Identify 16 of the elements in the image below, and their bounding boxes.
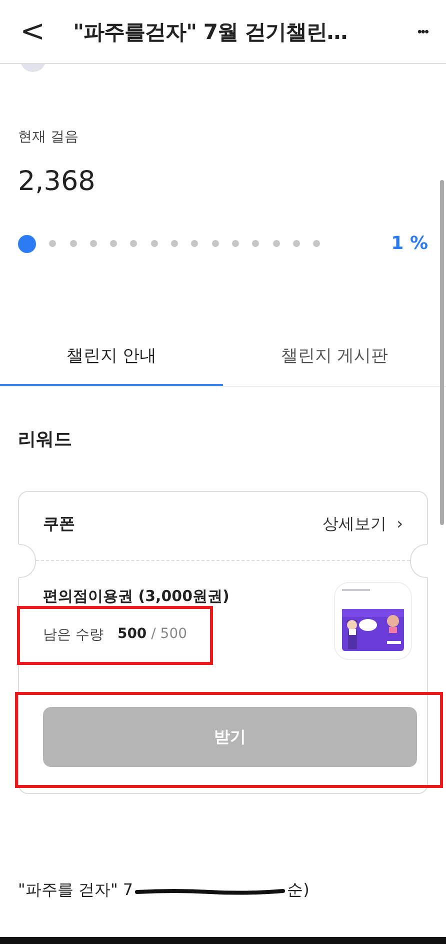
tab[interactable]: 챌린지 안내 [0, 326, 223, 386]
challenge-title: 순) [287, 880, 310, 901]
steps-count: 2,368 [18, 166, 96, 197]
section-heading: 리워드 [18, 428, 73, 451]
more-button[interactable]: ••• [413, 24, 432, 39]
tab[interactable]: 챌린지 게시판 [223, 326, 446, 386]
coupon-name: 편의점이용권 (3,000원권) [43, 587, 230, 606]
progress-percent: 1 % [391, 233, 428, 254]
remaining-label: 남은 수량 [43, 626, 104, 644]
remaining-count: 500 / 500 [117, 626, 188, 644]
challenge-title: "파주를 걷자" 7 [18, 880, 134, 901]
steps-label: 현재 걸음 [18, 128, 80, 146]
details-link[interactable]: 상세보기 › [322, 514, 403, 535]
coupon-label: 쿠폰 [43, 514, 75, 535]
page-title: "파주를걷자" 7월 걷기챌린… [73, 18, 348, 46]
back-button[interactable]: < [14, 14, 52, 49]
